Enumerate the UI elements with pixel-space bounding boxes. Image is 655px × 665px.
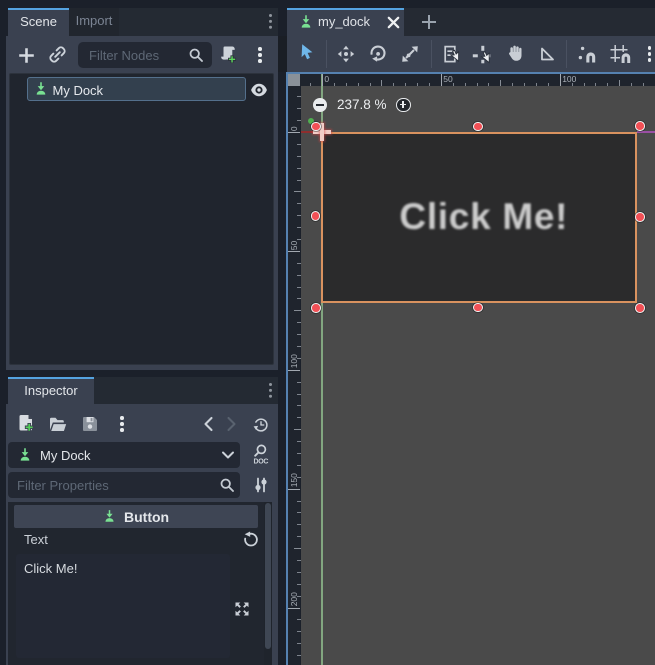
svg-text:DOC: DOC <box>253 459 268 466</box>
